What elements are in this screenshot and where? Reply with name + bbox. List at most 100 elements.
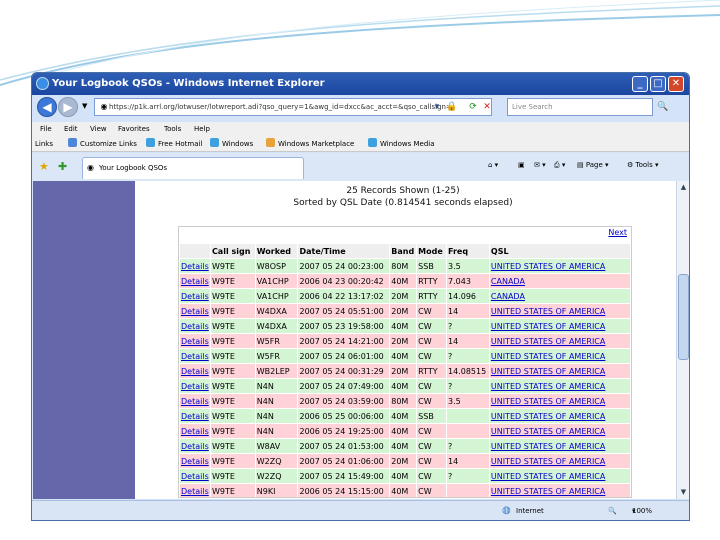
- worked-cell: WB2LEP: [255, 364, 298, 378]
- menu-help[interactable]: Help: [194, 122, 210, 136]
- details-link[interactable]: Details: [180, 349, 210, 363]
- details-link[interactable]: Details: [180, 439, 210, 453]
- freq-cell: ?: [447, 469, 489, 483]
- details-link[interactable]: Details: [180, 334, 210, 348]
- column-header: Band: [390, 244, 417, 258]
- qsl-link[interactable]: UNITED STATES OF AMERICA: [489, 439, 630, 453]
- details-link[interactable]: Details: [180, 304, 210, 318]
- band-cell: 20M: [390, 364, 417, 378]
- band-cell: 20M: [390, 304, 417, 318]
- qsl-link[interactable]: UNITED STATES OF AMERICA: [489, 409, 630, 423]
- qsl-link[interactable]: CANADA: [489, 289, 630, 303]
- details-link[interactable]: Details: [180, 454, 210, 468]
- qsl-link[interactable]: UNITED STATES OF AMERICA: [489, 484, 630, 497]
- link-windows[interactable]: Windows: [210, 136, 253, 152]
- menu-favorites[interactable]: Favorites: [118, 122, 150, 136]
- menu-tools[interactable]: Tools: [164, 122, 181, 136]
- link-windows-media[interactable]: Windows Media: [368, 136, 435, 152]
- add-favorites-icon[interactable]: ✚: [58, 160, 67, 173]
- qsl-link[interactable]: UNITED STATES OF AMERICA: [489, 349, 630, 363]
- mode-cell: SSB: [417, 409, 447, 423]
- details-link[interactable]: Details: [180, 364, 210, 378]
- scroll-down-icon[interactable]: ▼: [678, 487, 689, 498]
- mode-cell: CW: [417, 424, 447, 438]
- link-free-hotmail[interactable]: Free Hotmail: [146, 136, 202, 152]
- search-input[interactable]: Live Search: [507, 98, 653, 116]
- page-menu[interactable]: ▤ Page ▾: [577, 161, 609, 169]
- datetime-cell: 2006 04 22 13:17:02: [298, 289, 390, 303]
- details-link[interactable]: Details: [180, 409, 210, 423]
- print-icon[interactable]: ⎙ ▾: [554, 161, 565, 170]
- qsl-link[interactable]: CANADA: [489, 274, 630, 288]
- address-url: https://p1k.arrl.org/lotwuser/lotwreport…: [109, 103, 452, 111]
- tab-title: Your Logbook QSOs: [99, 164, 168, 172]
- browser-window: Your Logbook QSOs - Windows Internet Exp…: [31, 72, 690, 521]
- details-link[interactable]: Details: [180, 274, 210, 288]
- back-button[interactable]: ◀: [37, 97, 57, 117]
- feeds-icon[interactable]: ▣: [518, 161, 525, 169]
- qsl-link[interactable]: UNITED STATES OF AMERICA: [489, 364, 630, 378]
- details-link[interactable]: Details: [180, 259, 210, 273]
- worked-cell: W4DXA: [255, 319, 298, 333]
- zoom-level[interactable]: 100% ▾: [632, 501, 652, 520]
- mode-cell: CW: [417, 484, 447, 497]
- mode-cell: CW: [417, 469, 447, 483]
- qsl-link[interactable]: UNITED STATES OF AMERICA: [489, 394, 630, 408]
- maximize-button[interactable]: □: [650, 76, 666, 92]
- details-link[interactable]: Details: [180, 484, 210, 497]
- worked-cell: W2ZQ: [255, 454, 298, 468]
- mode-cell: CW: [417, 334, 447, 348]
- search-icon[interactable]: 🔍: [655, 98, 671, 116]
- details-link[interactable]: Details: [180, 289, 210, 303]
- details-link[interactable]: Details: [180, 469, 210, 483]
- qsl-link[interactable]: UNITED STATES OF AMERICA: [489, 334, 630, 348]
- details-link[interactable]: Details: [180, 394, 210, 408]
- vertical-scrollbar[interactable]: ▲ ▼: [676, 181, 689, 499]
- call-sign-cell: W9TE: [210, 469, 255, 483]
- band-cell: 20M: [390, 454, 417, 468]
- home-icon[interactable]: ⌂ ▾: [488, 161, 498, 169]
- column-header: Worked: [255, 244, 298, 258]
- lock-icon[interactable]: 🔒: [445, 100, 459, 114]
- call-sign-cell: W9TE: [210, 424, 255, 438]
- tab-your-logbook-qsos[interactable]: ◉ Your Logbook QSOs: [82, 157, 304, 179]
- details-link[interactable]: Details: [180, 424, 210, 438]
- menu-edit[interactable]: Edit: [64, 122, 78, 136]
- mode-cell: SSB: [417, 259, 447, 273]
- table-row: Details W9TE W5FR 2007 05 24 06:01:00 40M CW?…: [180, 349, 630, 363]
- qsl-link[interactable]: UNITED STATES OF AMERICA: [489, 259, 630, 273]
- qsl-link[interactable]: UNITED STATES OF AMERICA: [489, 424, 630, 438]
- mode-cell: CW: [417, 439, 447, 453]
- menu-file[interactable]: File: [40, 122, 52, 136]
- details-link[interactable]: Details: [180, 379, 210, 393]
- worked-cell: N4N: [255, 424, 298, 438]
- history-dropdown-icon[interactable]: ▼: [82, 102, 87, 110]
- refresh-icon[interactable]: ⟳: [466, 100, 480, 114]
- qsl-link[interactable]: UNITED STATES OF AMERICA: [489, 304, 630, 318]
- favorites-star-icon[interactable]: ★: [39, 160, 49, 173]
- read-mail-icon[interactable]: ✉ ▾: [534, 161, 546, 169]
- datetime-cell: 2007 05 24 07:49:00: [298, 379, 390, 393]
- address-dropdown-icon[interactable]: ▾: [430, 100, 444, 114]
- details-link[interactable]: Details: [180, 319, 210, 333]
- window-title: Your Logbook QSOs - Windows Internet Exp…: [52, 78, 325, 89]
- menu-view[interactable]: View: [90, 122, 107, 136]
- stop-icon[interactable]: ✕: [480, 100, 494, 114]
- qsl-link[interactable]: UNITED STATES OF AMERICA: [489, 454, 630, 468]
- minimize-button[interactable]: _: [632, 76, 648, 92]
- table-row: Details W9TE N4N 2007 05 24 07:49:00 40M CW? U…: [180, 379, 630, 393]
- table-row: Details W9TE N4N 2007 05 24 03:59:00 80M CW 3.…: [180, 394, 630, 408]
- link-customize-links[interactable]: Customize Links: [68, 136, 137, 152]
- next-link[interactable]: Next: [608, 228, 627, 237]
- tools-menu[interactable]: ⚙ Tools ▾: [627, 161, 659, 169]
- qsl-link[interactable]: UNITED STATES OF AMERICA: [489, 319, 630, 333]
- close-button[interactable]: ✕: [668, 76, 684, 92]
- scroll-up-icon[interactable]: ▲: [678, 182, 689, 193]
- qsl-link[interactable]: UNITED STATES OF AMERICA: [489, 379, 630, 393]
- qsl-link[interactable]: UNITED STATES OF AMERICA: [489, 469, 630, 483]
- scroll-thumb[interactable]: [678, 274, 689, 360]
- table-row: Details W9TE W8OSP 2007 05 24 00:23:00 80M SS…: [180, 259, 630, 273]
- left-sidebar: [33, 181, 135, 499]
- forward-button[interactable]: ▶: [58, 97, 78, 117]
- link-windows-marketplace[interactable]: Windows Marketplace: [266, 136, 354, 152]
